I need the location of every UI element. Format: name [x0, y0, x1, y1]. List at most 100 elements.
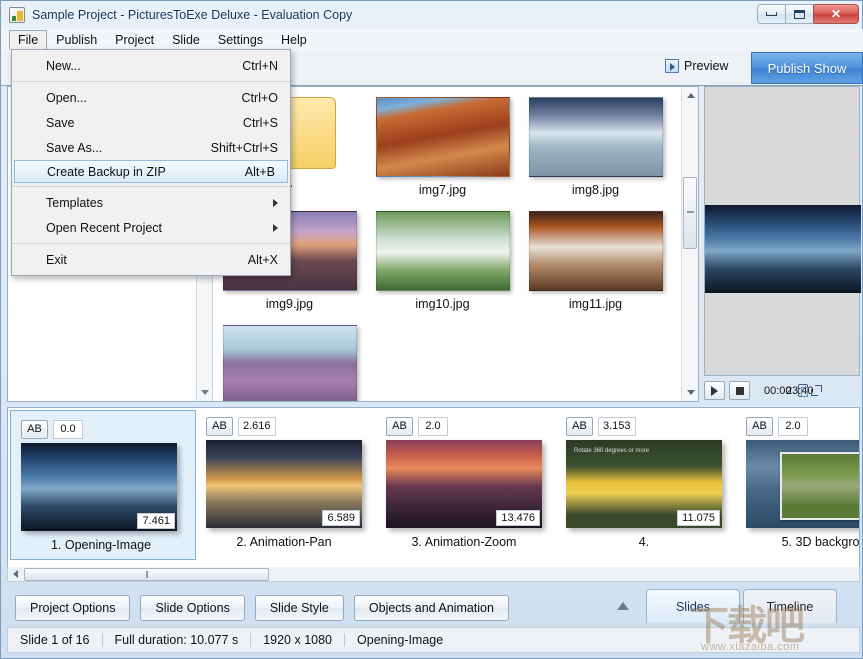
slide-strip[interactable]: AB 0.0 7.461 1. Opening-Image AB 2.616 6.589 2.… — [7, 407, 860, 582]
chevron-down-icon[interactable] — [201, 390, 209, 395]
scroll-up-button[interactable] — [682, 87, 698, 104]
preview-button[interactable]: Preview — [665, 59, 728, 73]
menu-item-label: Exit — [46, 253, 67, 267]
slide-start-time[interactable]: 2.0 — [778, 417, 808, 436]
objects-and-animation-button[interactable]: Objects and Animation — [354, 595, 509, 621]
file-thumbnail-item[interactable]: img8.jpg — [519, 91, 672, 205]
slide-item[interactable]: AB2.05. 3D backgrou — [736, 408, 860, 562]
tab-timeline[interactable]: Timeline — [743, 589, 837, 623]
menu-item-label: Templates — [46, 196, 103, 210]
file-thumbnail-item[interactable]: img7.jpg — [366, 91, 519, 205]
menu-item-exit[interactable]: Exit Alt+X — [12, 247, 290, 272]
slide-thumbnail[interactable]: 7.461 — [21, 443, 177, 531]
slide-strip-hscrollbar[interactable] — [7, 567, 860, 582]
slide-duration[interactable]: 11.075 — [677, 510, 720, 526]
collapse-panel-button[interactable] — [611, 597, 635, 617]
close-button[interactable]: ✕ — [813, 4, 859, 24]
slide-duration[interactable]: 13.476 — [496, 510, 540, 526]
menu-item-shortcut: Alt+X — [248, 253, 278, 267]
menu-item-shortcut: Ctrl+S — [243, 116, 278, 130]
menu-item-shortcut: Ctrl+N — [242, 59, 278, 73]
slide-ab-badge[interactable]: AB — [206, 417, 233, 436]
slide-start-time[interactable]: 0.0 — [53, 420, 83, 439]
publish-show-button[interactable]: Publish Show — [751, 52, 863, 84]
menu-item-label: Open Recent Project — [46, 221, 162, 235]
menu-item-create-backup-in-zip[interactable]: Create Backup in ZIPAlt+B — [14, 160, 288, 183]
slide-item[interactable]: AB2.6166.5892. Animation-Pan — [196, 408, 376, 562]
slide-ab-badge[interactable]: AB — [566, 417, 593, 436]
slide-item[interactable]: AB3.153Rotate 360 degrees or more11.0754… — [556, 408, 736, 562]
menu-slide[interactable]: Slide — [163, 30, 209, 50]
slide-style-button[interactable]: Slide Style — [255, 595, 344, 621]
tab-slides[interactable]: Slides — [646, 589, 740, 623]
menu-item-open-recent-project[interactable]: Open Recent Project — [12, 215, 290, 240]
aspect-icon[interactable] — [798, 384, 808, 397]
file-thumbnail-label: img11.jpg — [569, 297, 622, 311]
menu-item-label: Create Backup in ZIP — [47, 165, 166, 179]
maximize-icon — [794, 10, 805, 19]
slide-preview-panel[interactable] — [704, 86, 860, 376]
project-options-button[interactable]: Project Options — [15, 595, 130, 621]
maximize-button[interactable] — [785, 4, 814, 24]
fullscreen-icon[interactable] — [811, 385, 822, 396]
slide-list: AB 0.0 7.461 1. Opening-Image AB 2.616 6.589 2.… — [8, 408, 860, 562]
slide-thumbnail[interactable]: Rotate 360 degrees or more 11.075 — [566, 440, 722, 528]
slide-start-time[interactable]: 2.0 — [418, 417, 448, 436]
play-button[interactable] — [704, 381, 725, 400]
slide-start-time[interactable]: 2.616 — [238, 417, 276, 436]
file-thumbnail-item[interactable]: img10.jpg — [366, 205, 519, 319]
menu-item-save-as[interactable]: Save As... Shift+Ctrl+S — [12, 135, 290, 160]
file-menu-dropdown[interactable]: New...Ctrl+NOpen...Ctrl+OSaveCtrl+SSave … — [11, 49, 291, 276]
file-thumbnail-image[interactable] — [223, 325, 357, 401]
slide-thumbnail[interactable]: 6.589 — [206, 440, 362, 528]
menu-item-new[interactable]: New...Ctrl+N — [12, 53, 290, 78]
stop-button[interactable] — [729, 381, 750, 400]
menu-item-templates[interactable]: Templates — [12, 190, 290, 215]
menu-help[interactable]: Help — [272, 30, 316, 50]
status-duration: Full duration: 10.077 s — [102, 633, 251, 647]
slide-label: 3. Animation-Zoom — [386, 535, 542, 549]
slide-ab-badge[interactable]: AB — [746, 417, 773, 436]
menu-separator — [12, 243, 290, 244]
slide-item[interactable]: AB 2.0 13.476 3. Animation-Zoom — [376, 408, 556, 562]
menu-item-label: Save — [46, 116, 75, 130]
window-title: Sample Project - PicturesToExe Deluxe - … — [32, 8, 352, 22]
slide-duration[interactable]: 6.589 — [322, 510, 360, 526]
slide-overlay-text: Rotate 360 degrees or more — [574, 448, 649, 456]
slide-duration[interactable]: 7.461 — [137, 513, 175, 529]
scroll-left-button[interactable] — [8, 570, 23, 578]
file-thumbnail-image[interactable] — [376, 211, 510, 291]
menu-item-label: Save As... — [46, 141, 102, 155]
slide-options-button[interactable]: Slide Options — [140, 595, 244, 621]
thumbnail-grid-scrollbar[interactable] — [681, 87, 698, 401]
window-controls: ✕ — [758, 4, 859, 24]
menu-project[interactable]: Project — [106, 30, 163, 50]
scrollbar-thumb[interactable] — [24, 568, 269, 581]
file-thumbnail-image[interactable] — [529, 97, 663, 177]
menu-settings[interactable]: Settings — [209, 30, 272, 50]
minimize-icon — [766, 12, 777, 16]
minimize-button[interactable] — [757, 4, 786, 24]
slide-label: 1. Opening-Image — [21, 538, 181, 552]
menu-publish[interactable]: Publish — [47, 30, 106, 50]
menu-item-open[interactable]: Open...Ctrl+O — [12, 85, 290, 110]
menu-item-shortcut: Ctrl+O — [242, 91, 278, 105]
file-thumbnail-image[interactable] — [376, 97, 510, 177]
menu-separator — [12, 186, 290, 187]
file-thumbnail-item[interactable] — [213, 319, 366, 401]
menu-item-shortcut: Shift+Ctrl+S — [211, 141, 278, 155]
file-thumbnail-image[interactable] — [529, 211, 663, 291]
scroll-down-button[interactable] — [682, 384, 698, 401]
file-thumbnail-item[interactable]: img11.jpg — [519, 205, 672, 319]
menu-file[interactable]: File — [9, 30, 47, 50]
slide-thumbnail[interactable]: 13.476 — [386, 440, 542, 528]
slide-ab-badge[interactable]: AB — [21, 420, 48, 439]
preview-play-icon — [665, 59, 679, 73]
scrollbar-thumb[interactable] — [683, 177, 697, 249]
slide-start-time[interactable]: 3.153 — [598, 417, 636, 436]
slide-ab-badge[interactable]: AB — [386, 417, 413, 436]
slide-thumbnail[interactable] — [746, 440, 860, 528]
chevron-right-icon — [273, 199, 278, 207]
menu-item-save[interactable]: Save Ctrl+S — [12, 110, 290, 135]
slide-item[interactable]: AB 0.0 7.461 1. Opening-Image — [10, 410, 196, 560]
